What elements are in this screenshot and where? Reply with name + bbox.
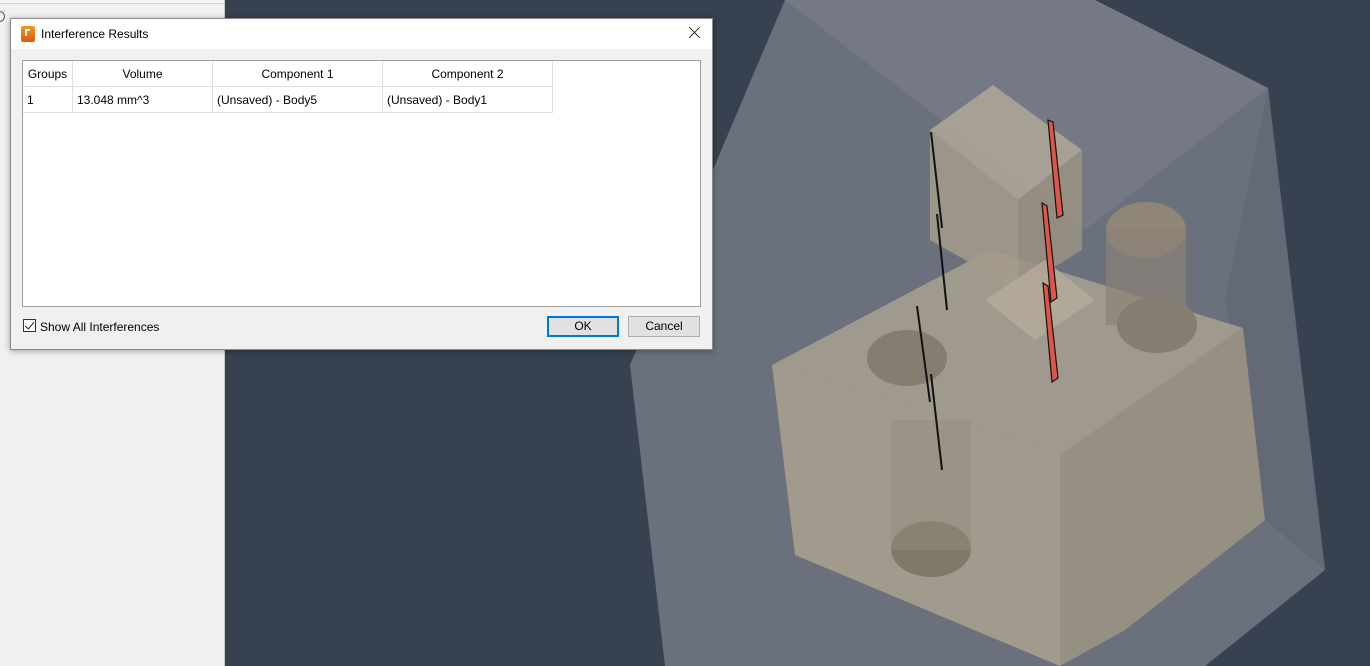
column-header-groups[interactable]: Groups xyxy=(23,61,73,87)
dialog-title: Interference Results xyxy=(41,27,149,41)
table-row[interactable]: 1 13.048 mm^3 (Unsaved) - Body5 (Unsaved… xyxy=(23,86,553,113)
column-header-component-1[interactable]: Component 1 xyxy=(212,61,383,87)
panel-divider xyxy=(0,0,224,4)
show-all-interferences-label[interactable]: Show All Interferences xyxy=(40,320,159,334)
show-all-interferences-checkbox[interactable] xyxy=(23,319,36,332)
cell-component-1: (Unsaved) - Body5 xyxy=(212,86,383,113)
fusion-app-icon xyxy=(21,26,35,42)
hole-bottom-shaft xyxy=(891,420,971,550)
results-table: Groups Volume Component 1 Component 2 1 … xyxy=(23,61,553,113)
cancel-button[interactable]: Cancel xyxy=(628,316,700,337)
column-header-volume[interactable]: Volume xyxy=(72,61,213,87)
results-table-frame: Groups Volume Component 1 Component 2 1 … xyxy=(22,60,701,307)
ok-button[interactable]: OK xyxy=(547,316,619,337)
dialog-titlebar[interactable]: Interference Results xyxy=(11,19,712,49)
close-icon[interactable] xyxy=(686,24,704,42)
cell-volume: 13.048 mm^3 xyxy=(72,86,213,113)
cell-component-2: (Unsaved) - Body1 xyxy=(382,86,553,113)
hole-left xyxy=(867,330,947,386)
interference-results-dialog: Interference Results Groups Volume Compo… xyxy=(10,18,713,350)
cell-group: 1 xyxy=(23,86,73,113)
table-header-row: Groups Volume Component 1 Component 2 xyxy=(23,61,553,87)
column-header-component-2[interactable]: Component 2 xyxy=(382,61,553,87)
hole-right xyxy=(1117,297,1197,353)
panel-toggle-icon[interactable] xyxy=(0,11,5,22)
